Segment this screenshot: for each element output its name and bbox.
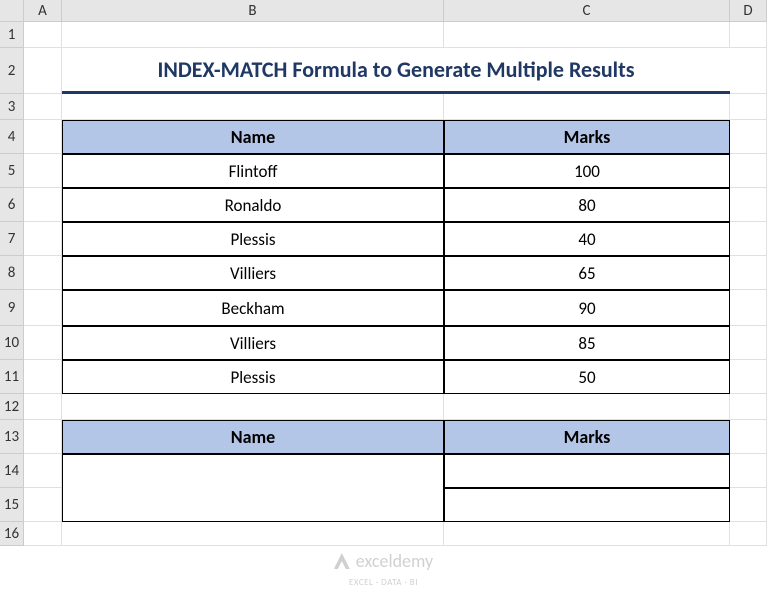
table-cell[interactable]: 90	[444, 290, 730, 326]
watermark-text: exceldemy	[356, 550, 433, 572]
row-header-1[interactable]: 1	[0, 22, 24, 48]
table-cell[interactable]: 100	[444, 154, 730, 188]
table-cell[interactable]: Beckham	[62, 290, 444, 326]
watermark: exceldemy	[334, 550, 433, 572]
row-header-15[interactable]: 15	[0, 488, 24, 522]
table-cell[interactable]: 65	[444, 256, 730, 290]
row-header-5[interactable]: 5	[0, 154, 24, 188]
row-header-14[interactable]: 14	[0, 454, 24, 488]
table1-header-marks[interactable]: Marks	[444, 120, 730, 154]
watermark-icon	[334, 553, 350, 569]
row-header-16[interactable]: 16	[0, 522, 24, 546]
col-header-c[interactable]: C	[444, 0, 730, 22]
table-cell[interactable]: 50	[444, 360, 730, 394]
table2-header-name[interactable]: Name	[62, 420, 444, 454]
table-cell[interactable]: Villiers	[62, 256, 444, 290]
row-header-11[interactable]: 11	[0, 360, 24, 394]
row-header-10[interactable]: 10	[0, 326, 24, 360]
col-header-a[interactable]: A	[24, 0, 62, 22]
watermark-subtext: EXCEL · DATA · BI	[349, 577, 418, 588]
select-all-corner[interactable]	[0, 0, 24, 22]
table2-empty-marks-2[interactable]	[444, 488, 730, 522]
row-header-13[interactable]: 13	[0, 420, 24, 454]
table-cell[interactable]: Plessis	[62, 360, 444, 394]
table1-header-name[interactable]: Name	[62, 120, 444, 154]
table-cell[interactable]: 85	[444, 326, 730, 360]
row-header-12[interactable]: 12	[0, 394, 24, 420]
table-cell[interactable]: 80	[444, 188, 730, 222]
table-cell[interactable]: Ronaldo	[62, 188, 444, 222]
table-cell[interactable]: Plessis	[62, 222, 444, 256]
row-header-6[interactable]: 6	[0, 188, 24, 222]
table-cell[interactable]: 40	[444, 222, 730, 256]
page-title[interactable]: INDEX-MATCH Formula to Generate Multiple…	[62, 48, 730, 94]
row-header-8[interactable]: 8	[0, 256, 24, 290]
row-header-3[interactable]: 3	[0, 94, 24, 120]
table2-empty-name[interactable]	[62, 454, 444, 522]
spreadsheet-grid: A B C D 1 2 3 4 5 6 7 8 9 10 11 12 13 14…	[0, 0, 767, 546]
col-header-b[interactable]: B	[62, 0, 444, 22]
table2-empty-marks-1[interactable]	[444, 454, 730, 488]
row-header-9[interactable]: 9	[0, 290, 24, 326]
table2-header-marks[interactable]: Marks	[444, 420, 730, 454]
row-header-4[interactable]: 4	[0, 120, 24, 154]
table-cell[interactable]: Villiers	[62, 326, 444, 360]
table-cell[interactable]: Flintoff	[62, 154, 444, 188]
col-header-d[interactable]: D	[730, 0, 767, 22]
row-header-2[interactable]: 2	[0, 48, 24, 94]
row-header-7[interactable]: 7	[0, 222, 24, 256]
